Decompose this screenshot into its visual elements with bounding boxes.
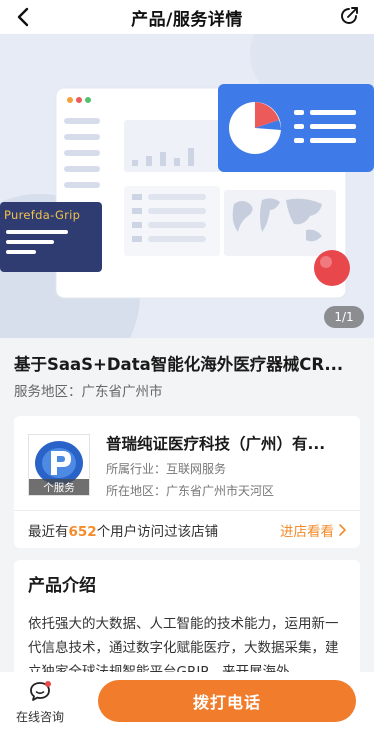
online-consult-button[interactable]: 在线咨询 [10,680,70,728]
online-consult-label: 在线咨询 [15,710,64,724]
product-info: 基于SaaS+Data智能化海外医疗器械CR... 服务地区：广东省广州市 [0,338,374,410]
chevron-left-icon [17,7,29,27]
shop-industry: 所属行业：互联网服务 [106,462,227,476]
share-icon [341,7,358,24]
visit-prefix: 最近有 [28,524,69,540]
bottom-action-bar: 在线咨询 拨打电话 [0,672,374,730]
shop-type-tag: 个服务 [29,479,89,495]
shop-card[interactable]: 个服务 普瑞纯证医疗科技（广州）有... 所属行业：互联网服务 所在地区：广东省… [14,416,360,548]
product-title: 基于SaaS+Data智能化海外医疗器械CR... [14,355,344,374]
page-title: 产品/服务详情 [131,9,243,30]
enter-shop-link[interactable]: 进店看看 [280,520,346,540]
divider [14,510,360,511]
banner-illustration [0,84,374,299]
chat-icon [30,681,51,701]
chevron-right-icon [339,524,346,536]
product-banner[interactable]: Purefda-Grip 1/1 [0,34,374,338]
visit-count: 652 [68,524,97,540]
enter-shop-label: 进店看看 [280,524,334,540]
back-button[interactable] [10,4,36,30]
intro-heading: 产品介绍 [28,576,96,596]
banner-brand-label: Purefda-Grip [4,208,81,222]
share-button[interactable] [336,3,362,29]
call-button[interactable]: 拨打电话 [98,680,356,722]
top-bar: 产品/服务详情 [0,0,374,34]
visit-suffix: 个用户访问过该店铺 [96,524,219,540]
shop-name[interactable]: 普瑞纯证医疗科技（广州）有... [106,432,346,454]
service-region: 服务地区：广东省广州市 [14,384,163,400]
shop-location: 所在地区：广东省广州市天河区 [106,484,275,498]
image-counter: 1/1 [324,306,364,328]
shop-logo: 个服务 [28,434,90,496]
visit-summary: 最近有652个用户访问过该店铺 [28,520,218,540]
